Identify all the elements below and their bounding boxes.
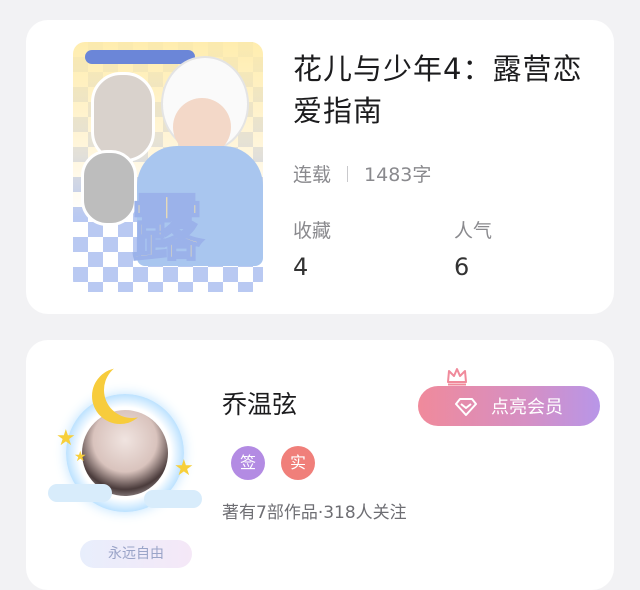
book-card[interactable]: 露 花儿与少年4：露营恋爱指南 连载 1483字 收藏 4 人气 6 xyxy=(26,20,614,314)
star-icon: ★ xyxy=(56,426,76,451)
stat-label: 人气 xyxy=(454,220,493,242)
cloud-decoration xyxy=(144,490,202,508)
cover-photo-top xyxy=(91,72,155,162)
cover-photo-bottom xyxy=(81,150,137,226)
vip-membership-button[interactable]: 点亮会员 xyxy=(418,386,600,426)
verified-author-tag: 实 xyxy=(281,446,315,480)
moon-icon xyxy=(104,362,160,418)
author-name[interactable]: 乔温弦 xyxy=(222,385,297,421)
book-title: 花儿与少年4：露营恋爱指南 xyxy=(293,52,583,128)
cover-banner xyxy=(85,50,195,64)
book-status: 连载 xyxy=(293,164,332,186)
cloud-decoration xyxy=(48,484,112,502)
book-word-count: 1483字 xyxy=(364,164,432,186)
diamond-icon xyxy=(455,398,477,416)
star-icon: ★ xyxy=(74,449,87,465)
stat-label: 收藏 xyxy=(293,220,332,242)
cover-title-art: 露 xyxy=(130,186,204,270)
vip-button-label: 点亮会员 xyxy=(491,397,563,418)
book-cover-image[interactable]: 露 xyxy=(73,42,263,292)
star-icon: ★ xyxy=(174,456,194,481)
stat-value: 4 xyxy=(293,253,309,281)
meta-divider xyxy=(347,165,349,182)
signed-author-tag: 签 xyxy=(231,446,265,480)
book-meta: 连载 1483字 xyxy=(293,160,431,187)
author-works-summary: 著有7部作品·318人关注 xyxy=(222,503,407,523)
stat-value: 6 xyxy=(454,253,470,281)
author-card[interactable]: ★ ★ ★ 永远自由 乔温弦 点亮会员 签 实 著有7部作品·318人关注 xyxy=(26,340,614,590)
stat-favorites: 收藏 4 xyxy=(293,216,331,281)
crown-icon xyxy=(447,368,467,386)
author-avatar[interactable]: ★ ★ ★ 永远自由 xyxy=(44,354,204,568)
stat-popularity: 人气 6 xyxy=(454,216,492,281)
avatar-badge: 永远自由 xyxy=(80,540,192,568)
